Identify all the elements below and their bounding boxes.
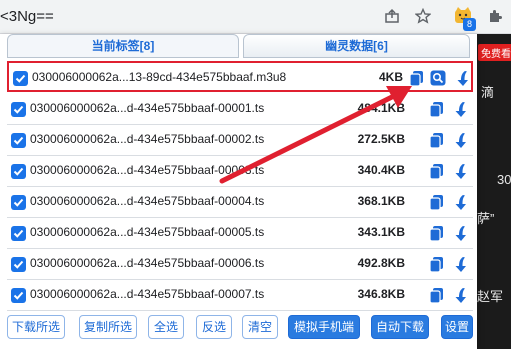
media-row[interactable]: 030006000062a...d-434e575bbaaf-00005.ts … [7, 218, 473, 249]
select-all-button[interactable]: 全选 [148, 315, 184, 339]
row-checkbox[interactable] [11, 195, 26, 210]
download-icon[interactable] [450, 162, 468, 180]
tab-current-page[interactable]: 当前标签[8] [7, 34, 239, 58]
row-checkbox[interactable] [11, 133, 26, 148]
copy-icon[interactable] [427, 162, 445, 180]
media-row[interactable]: 030006000062a...d-434e575bbaaf-00003.ts … [7, 156, 473, 187]
file-size: 492.8KB [357, 256, 405, 270]
file-name: 030006000062a...d-434e575bbaaf-00007.ts [30, 287, 265, 301]
extension-badge: 8 [463, 18, 476, 31]
background-text: 萨” [477, 211, 495, 226]
copy-icon[interactable] [427, 100, 445, 118]
screen: <3Ng== 8 免费看 滴 30 萨” 赵军 当前标签[8] 幽灵数据[6] [0, 0, 511, 349]
file-name: 030006000062a...d-434e575bbaaf-00003.ts [30, 163, 265, 177]
invert-selection-button[interactable]: 反选 [196, 315, 232, 339]
media-row[interactable]: 030006000062a...d-434e575bbaaf-00001.ts … [7, 94, 473, 125]
file-size: 368.1KB [357, 194, 405, 208]
copy-icon[interactable] [427, 193, 445, 211]
download-icon[interactable] [450, 100, 468, 118]
action-button-bar: 下载所选 复制所选 全选 反选 清空 模拟手机端 自动下载 设置 [7, 315, 473, 341]
file-name: 030006000062a...d-434e575bbaaf-00001.ts [30, 101, 265, 115]
auto-download-button[interactable]: 自动下载 [371, 315, 429, 339]
copy-icon[interactable] [427, 131, 445, 149]
download-selected-button[interactable]: 下载所选 [7, 315, 65, 339]
search-play-icon[interactable] [429, 69, 447, 87]
download-icon[interactable] [450, 193, 468, 211]
row-checkbox[interactable] [13, 71, 28, 86]
file-name: 030006000062a...13-89cd-434e575bbaaf.m3u… [32, 70, 287, 84]
download-icon[interactable] [450, 255, 468, 273]
copy-selected-button[interactable]: 复制所选 [79, 315, 137, 339]
copy-icon[interactable] [407, 69, 425, 87]
extension-popup: 当前标签[8] 幽灵数据[6] 030006000062a...13-89cd-… [0, 34, 477, 349]
browser-toolbar: <3Ng== 8 [0, 0, 511, 34]
media-row-m3u8[interactable]: 030006000062a...13-89cd-434e575bbaaf.m3u… [7, 61, 473, 92]
file-size: 346.8KB [357, 287, 405, 301]
settings-button[interactable]: 设置 [441, 315, 473, 339]
download-icon[interactable] [450, 224, 468, 242]
row-checkbox[interactable] [11, 288, 26, 303]
file-size: 4KB [378, 70, 403, 84]
background-text: 30 [497, 172, 511, 187]
file-size: 484.1KB [357, 101, 405, 115]
background-text: 赵军 [477, 289, 504, 304]
address-bar[interactable]: <3Ng== [0, 6, 54, 28]
row-checkbox[interactable] [11, 257, 26, 272]
bookmark-star-icon[interactable] [412, 5, 434, 27]
file-name: 030006000062a...d-434e575bbaaf-00004.ts [30, 194, 265, 208]
copy-icon[interactable] [427, 255, 445, 273]
file-name: 030006000062a...d-434e575bbaaf-00002.ts [30, 132, 265, 146]
copy-icon[interactable] [427, 224, 445, 242]
file-size: 272.5KB [357, 132, 405, 146]
file-size: 343.1KB [357, 225, 405, 239]
share-icon[interactable] [381, 5, 403, 27]
background-page: 免费看 滴 30 萨” 赵军 [475, 34, 511, 349]
copy-icon[interactable] [427, 286, 445, 304]
media-row[interactable]: 030006000062a...d-434e575bbaaf-00002.ts … [7, 125, 473, 156]
free-watch-badge: 免费看 [478, 44, 511, 61]
download-icon[interactable] [452, 69, 470, 87]
extensions-puzzle-icon[interactable] [484, 5, 506, 27]
media-row[interactable]: 030006000062a...d-434e575bbaaf-00006.ts … [7, 249, 473, 280]
row-checkbox[interactable] [11, 164, 26, 179]
download-icon[interactable] [450, 131, 468, 149]
row-checkbox[interactable] [11, 102, 26, 117]
media-row[interactable]: 030006000062a...d-434e575bbaaf-00004.ts … [7, 187, 473, 218]
emulate-mobile-button[interactable]: 模拟手机端 [288, 315, 360, 339]
background-text: 滴 [481, 85, 495, 100]
tab-ghost-data[interactable]: 幽灵数据[6] [243, 34, 470, 58]
file-name: 030006000062a...d-434e575bbaaf-00006.ts [30, 256, 265, 270]
download-icon[interactable] [450, 286, 468, 304]
file-size: 340.4KB [357, 163, 405, 177]
popup-tabs: 当前标签[8] 幽灵数据[6] [7, 34, 470, 58]
media-row[interactable]: 030006000062a...d-434e575bbaaf-00007.ts … [7, 280, 473, 311]
clear-button[interactable]: 清空 [242, 315, 278, 339]
file-name: 030006000062a...d-434e575bbaaf-00005.ts [30, 225, 265, 239]
row-checkbox[interactable] [11, 226, 26, 241]
